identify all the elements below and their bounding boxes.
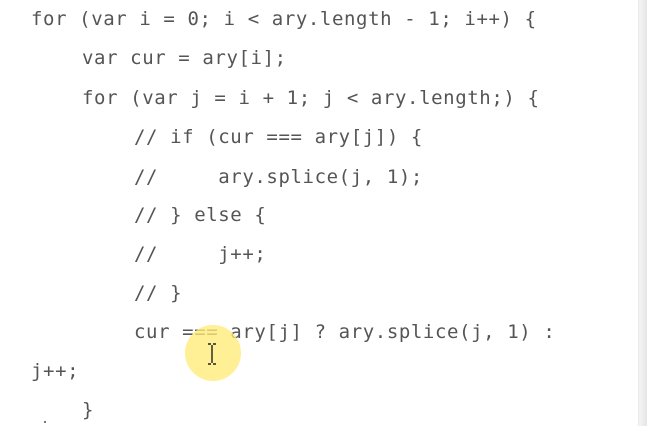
code-line-2: var cur = ary[i];: [82, 47, 287, 69]
code-view: for (var i = 0; i < ary.length - 1; i++)…: [0, 0, 647, 426]
code-line-5: // ary.splice(j, 1);: [134, 166, 423, 188]
window-edge: [638, 0, 647, 426]
code-line-3: for (var j = i + 1; j < ary.length;) {: [82, 87, 540, 109]
code-line-7: // j++;: [134, 243, 267, 265]
stray-dot: [44, 421, 46, 423]
code-line-8: // }: [134, 282, 183, 304]
code-line-11: }: [82, 399, 95, 421]
code-line-10: j++;: [31, 360, 80, 382]
code-line-6: // } else {: [134, 204, 267, 226]
i-beam-cursor-icon: [208, 343, 216, 365]
code-line-4: // if (cur === ary[j]) {: [134, 126, 423, 148]
code-line-1: for (var i = 0; i < ary.length - 1; i++)…: [31, 8, 537, 30]
